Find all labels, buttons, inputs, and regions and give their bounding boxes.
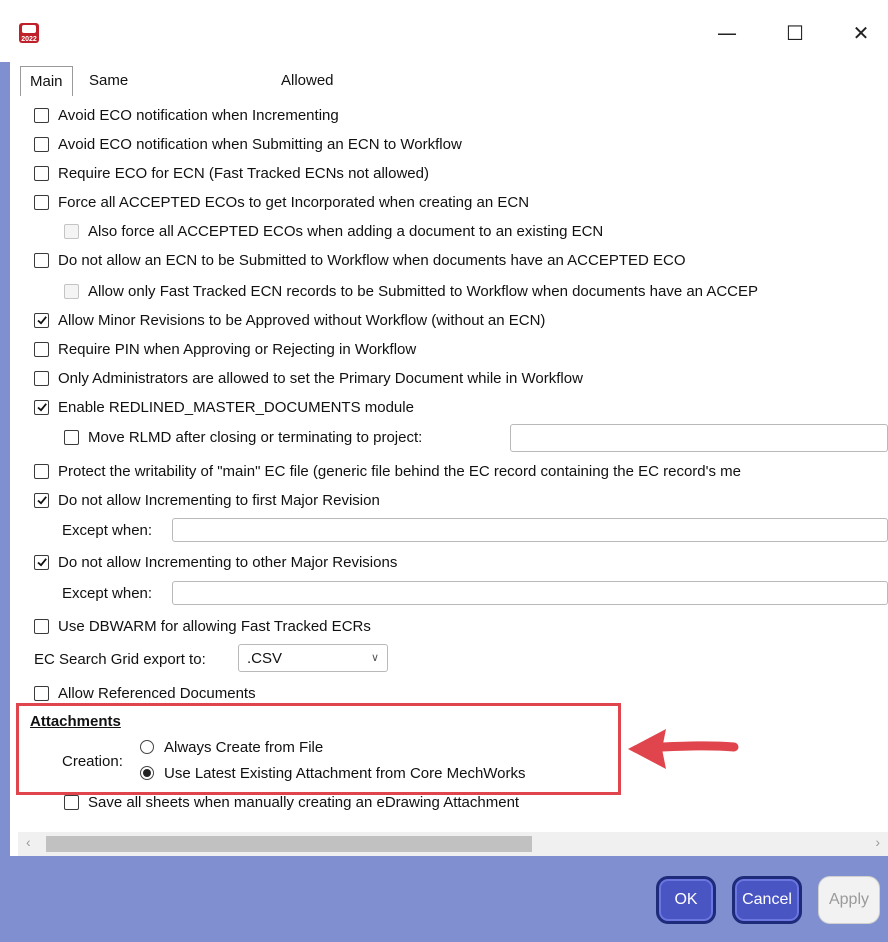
chevron-down-icon: ∨	[370, 652, 379, 664]
title-bar: 2022 — ☐ ✕	[0, 0, 888, 62]
close-button[interactable]: ✕	[838, 14, 884, 52]
checkbox[interactable]	[34, 463, 49, 479]
option-label: Move RLMD after closing or terminating t…	[88, 428, 423, 446]
tab-allowed-to-avoid-workflow[interactable]: Allowed To Avoid Workflow	[272, 66, 351, 149]
annotation-highlight-box	[16, 703, 621, 795]
scroll-left-icon[interactable]: ‹	[26, 834, 31, 850]
option-no-increment-first-major[interactable]: Do not allow Incrementing to first Major…	[34, 489, 380, 511]
window-left-edge	[0, 62, 10, 942]
option-force-accepted-ecos[interactable]: Force all ACCEPTED ECOs to get Incorpora…	[34, 191, 529, 213]
option-label: Avoid ECO notification when Incrementing	[58, 106, 339, 124]
annotation-arrow-icon	[628, 729, 739, 769]
except-when-input-2[interactable]	[172, 581, 888, 605]
checkbox[interactable]	[34, 252, 49, 268]
option-no-submit-with-accepted-eco[interactable]: Do not allow an ECN to be Submitted to W…	[34, 249, 686, 271]
option-allow-minor-revisions[interactable]: Allow Minor Revisions to be Approved wit…	[34, 309, 545, 331]
close-icon: ✕	[852, 21, 870, 45]
export-label: EC Search Grid export to:	[34, 650, 206, 668]
checkbox-checked[interactable]	[34, 312, 49, 328]
option-enable-redlined-master-documents[interactable]: Enable REDLINED_MASTER_DOCUMENTS module	[34, 396, 414, 418]
option-use-dbwarm[interactable]: Use DBWARM for allowing Fast Tracked ECR…	[34, 615, 371, 637]
checkbox[interactable]	[34, 194, 49, 210]
option-label: Allow Referenced Documents	[58, 684, 256, 702]
option-label: Require PIN when Approving or Rejecting …	[58, 340, 417, 358]
checkbox-checked[interactable]	[34, 554, 49, 570]
option-only-admins-primary-document[interactable]: Only Administrators are allowed to set t…	[34, 367, 583, 389]
checkmark-icon	[36, 496, 47, 505]
checkbox[interactable]	[34, 685, 49, 701]
apply-button[interactable]: Apply	[818, 876, 880, 924]
checkbox-checked[interactable]	[34, 399, 49, 415]
option-avoid-eco-submitting[interactable]: Avoid ECO notification when Submitting a…	[34, 133, 462, 155]
option-label: Require ECO for ECN (Fast Tracked ECNs n…	[58, 164, 429, 182]
option-label: Allow Minor Revisions to be Approved wit…	[58, 311, 546, 329]
option-label: Force all ACCEPTED ECOs to get Incorpora…	[58, 193, 530, 211]
export-format-value: .CSV	[247, 649, 283, 667]
checkmark-icon	[36, 403, 47, 412]
checkbox[interactable]	[34, 136, 49, 152]
option-label: Also force all ACCEPTED ECOs when adding…	[88, 222, 604, 240]
checkbox[interactable]	[34, 165, 49, 181]
checkbox-disabled[interactable]	[64, 223, 79, 239]
checkbox-checked[interactable]	[34, 492, 49, 508]
option-label: Do not allow Incrementing to other Major…	[58, 553, 398, 571]
app-icon-year: 2022	[21, 36, 37, 43]
cancel-button[interactable]: Cancel	[732, 876, 802, 924]
option-label: Use DBWARM for allowing Fast Tracked ECR…	[58, 617, 371, 635]
dialog-footer: OK Cancel Apply	[0, 856, 888, 942]
minimize-icon: —	[717, 21, 737, 45]
checkmark-icon	[36, 558, 47, 567]
option-label: Do not allow an ECN to be Submitted to W…	[58, 251, 686, 269]
except-when-input-1[interactable]	[172, 518, 888, 542]
horizontal-scrollbar[interactable]: ‹ ›	[18, 832, 888, 856]
ok-button[interactable]: OK	[656, 876, 716, 924]
option-label: Allow only Fast Tracked ECN records to b…	[88, 282, 759, 300]
except-when-label-1: Except when:	[62, 521, 153, 539]
maximize-button[interactable]: ☐	[772, 14, 818, 52]
minimize-button[interactable]: —	[704, 14, 750, 52]
tab-same-user-avoidance[interactable]: Same User Avoidance	[80, 66, 168, 149]
scrollbar-thumb[interactable]	[46, 836, 532, 852]
checkbox[interactable]	[34, 107, 49, 123]
option-also-force-accepted-ecos[interactable]: Also force all ACCEPTED ECOs when adding…	[64, 220, 603, 242]
scroll-right-icon[interactable]: ›	[875, 834, 880, 850]
checkbox-disabled[interactable]	[64, 283, 79, 299]
option-allow-referenced-documents[interactable]: Allow Referenced Documents	[34, 682, 256, 704]
option-label: Save all sheets when manually creating a…	[88, 793, 520, 811]
checkbox[interactable]	[34, 618, 49, 634]
export-format-select[interactable]: .CSV ∨	[238, 644, 388, 672]
option-move-rlmd[interactable]: Move RLMD after closing or terminating t…	[64, 426, 422, 448]
rlmd-project-input[interactable]	[510, 424, 888, 452]
maximize-icon: ☐	[786, 21, 804, 45]
option-label: Do not allow Incrementing to first Major…	[58, 491, 380, 509]
except-when-label-2: Except when:	[62, 584, 153, 602]
option-fast-tracked-only[interactable]: Allow only Fast Tracked ECN records to b…	[64, 280, 758, 302]
option-label: Protect the writability of "main" EC fil…	[58, 462, 741, 480]
solidworks-pdm-2022-icon: 2022	[19, 23, 39, 43]
option-require-eco-for-ecn[interactable]: Require ECO for ECN (Fast Tracked ECNs n…	[34, 162, 429, 184]
option-require-pin[interactable]: Require PIN when Approving or Rejecting …	[34, 338, 416, 360]
checkbox[interactable]	[64, 429, 79, 445]
checkbox[interactable]	[34, 341, 49, 357]
option-protect-main-ec-file[interactable]: Protect the writability of "main" EC fil…	[34, 460, 741, 482]
option-avoid-eco-incrementing[interactable]: Avoid ECO notification when Incrementing	[34, 104, 339, 126]
settings-window: 2022 — ☐ ✕ Main Same User Avoidance Allo…	[0, 0, 888, 942]
checkbox[interactable]	[34, 370, 49, 386]
checkbox[interactable]	[64, 794, 79, 810]
option-label: Avoid ECO notification when Submitting a…	[58, 135, 462, 153]
checkmark-icon	[36, 316, 47, 325]
tab-main[interactable]: Main	[20, 66, 73, 97]
option-label: Only Administrators are allowed to set t…	[58, 369, 583, 387]
option-no-increment-other-major[interactable]: Do not allow Incrementing to other Major…	[34, 551, 397, 573]
option-label: Enable REDLINED_MASTER_DOCUMENTS module	[58, 398, 414, 416]
